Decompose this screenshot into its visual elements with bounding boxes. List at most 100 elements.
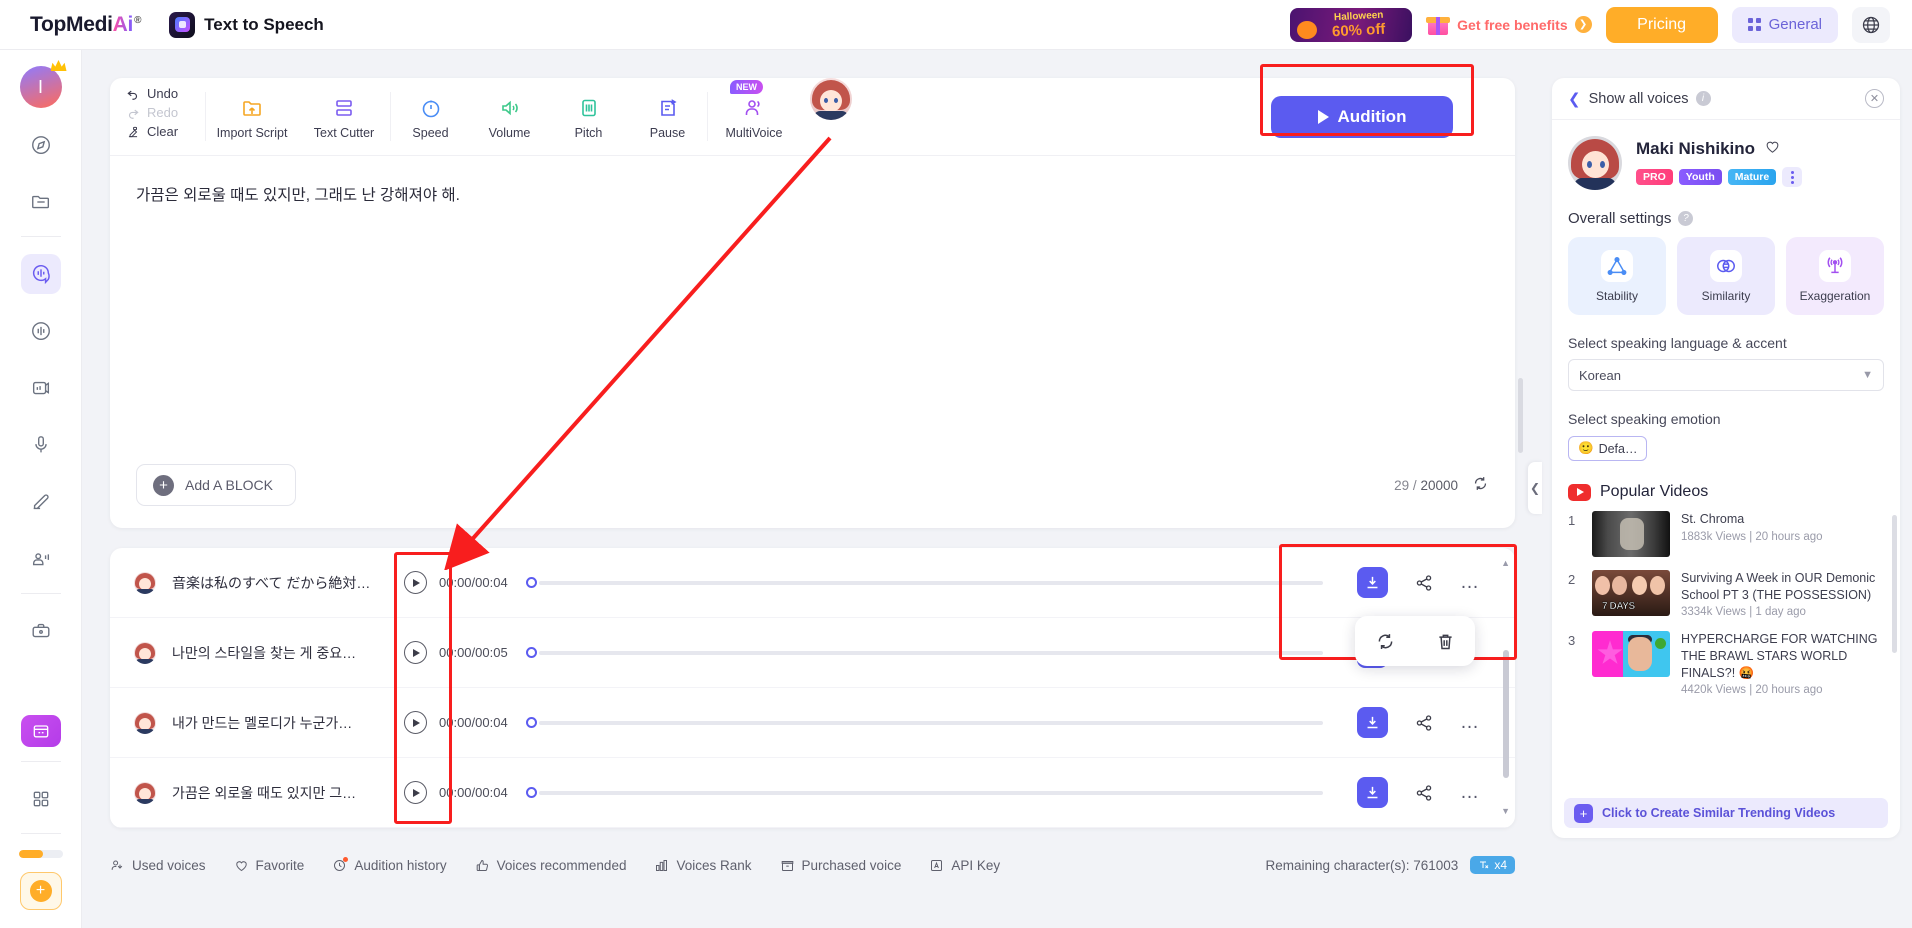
close-panel-button[interactable]: ✕	[1865, 89, 1884, 108]
delete-button[interactable]	[1435, 631, 1456, 652]
bottom-item-voices-rank[interactable]: Voices Rank	[654, 858, 752, 873]
language-select[interactable]: Korean ▼	[1568, 359, 1884, 391]
list-item[interactable]: 3 HYPERCHARGE FOR WATCHING THE BRAWL STA…	[1568, 631, 1884, 696]
sidebar-promo-button[interactable]	[20, 715, 61, 747]
share-button[interactable]	[1414, 783, 1434, 803]
download-button[interactable]	[1357, 567, 1388, 598]
table-row[interactable]: 가끔은 외로울 때도 있지만 그… 00:00/00:04 …	[110, 758, 1515, 828]
halloween-promo-banner[interactable]: Halloween 60% off	[1290, 7, 1413, 42]
language-globe-button[interactable]	[1852, 6, 1890, 43]
add-block-button[interactable]: + Add A BLOCK	[136, 464, 296, 506]
table-row[interactable]: 내가 만드는 멜로디가 누군가… 00:00/00:04 …	[110, 688, 1515, 758]
setting-card-stability[interactable]: Stability	[1568, 237, 1666, 315]
slider-knob[interactable]	[525, 647, 537, 658]
bottom-item-purchased-voice[interactable]: Purchased voice	[780, 858, 901, 873]
plus-icon: +	[153, 474, 174, 496]
sidebar-item-apps[interactable]	[21, 779, 61, 819]
setting-card-exaggeration[interactable]: Exaggeration	[1786, 237, 1884, 315]
text-to-speech-app-icon	[169, 11, 196, 38]
more-options-button[interactable]: …	[1460, 713, 1481, 732]
undo-button[interactable]: Undo	[126, 86, 205, 101]
sidebar-item-microphone[interactable]	[21, 425, 61, 465]
slider-knob[interactable]	[525, 577, 537, 588]
show-all-voices-link[interactable]: Show all voices	[1589, 91, 1689, 107]
row-play-button[interactable]	[404, 571, 427, 594]
sidebar-item-voice-clone[interactable]	[21, 482, 61, 522]
regenerate-button[interactable]	[1375, 631, 1396, 652]
speed-button[interactable]: Speed	[391, 93, 470, 140]
emotion-chip[interactable]: 🙂 Defa…	[1568, 436, 1648, 461]
panel-header: ❮ Show all voices i ✕	[1552, 78, 1900, 120]
slider-knob[interactable]	[525, 717, 537, 728]
slider-knob[interactable]	[525, 787, 537, 798]
text-cutter-button[interactable]: Text Cutter	[298, 93, 390, 140]
row-play-button[interactable]	[404, 641, 427, 664]
more-options-button[interactable]: …	[1460, 783, 1481, 802]
overall-settings-info-icon[interactable]: ?	[1678, 211, 1694, 226]
scroll-up-arrow[interactable]: ▲	[1501, 558, 1510, 568]
usage-progress-bar	[18, 850, 63, 858]
popular-videos-scrollbar[interactable]	[1892, 515, 1897, 653]
row-progress-slider[interactable]	[525, 643, 1323, 663]
sidebar-item-video-translate[interactable]	[21, 368, 61, 408]
import-script-button[interactable]: Import Script	[206, 93, 298, 140]
back-chevron-icon[interactable]: ❮	[1568, 90, 1581, 108]
refresh-count-button[interactable]	[1472, 475, 1489, 495]
download-button[interactable]	[1357, 707, 1388, 738]
purchased-icon	[781, 860, 793, 871]
share-button[interactable]	[1414, 713, 1434, 733]
pricing-button[interactable]: Pricing	[1605, 6, 1718, 43]
scrollbar-thumb[interactable]	[1503, 650, 1509, 778]
bottom-item-label: Used voices	[132, 857, 206, 873]
sidebar-item-explore[interactable]	[21, 125, 61, 165]
brand-logo[interactable]: TopMediAi®	[30, 13, 141, 37]
pitch-button[interactable]: Pitch	[549, 93, 628, 140]
sidebar-item-voice-changer[interactable]	[21, 311, 61, 351]
sidebar-item-avatar[interactable]	[21, 539, 61, 579]
audio-list-scrollbar[interactable]: ▲ ▼	[1501, 558, 1510, 816]
bottom-item-used-voices[interactable]: Used voices	[110, 858, 206, 873]
app-chip[interactable]: Text to Speech	[169, 11, 324, 38]
list-item[interactable]: 1 St. Chroma 1883k Views | 20 hours ago	[1568, 511, 1884, 557]
download-button[interactable]	[1357, 777, 1388, 808]
bottom-item-audition-history[interactable]: Audition history	[332, 856, 447, 873]
get-free-benefits-button[interactable]: Get free benefits ❯	[1426, 13, 1592, 37]
share-button[interactable]	[1414, 573, 1434, 593]
list-item[interactable]: 2 7 DAYS Surviving A Week in OUR Demonic…	[1568, 570, 1884, 618]
sidebar-add-button[interactable]: +	[19, 872, 62, 910]
bottom-item-api-key[interactable]: API Key	[929, 858, 1000, 873]
sidebar-item-text-to-speech[interactable]	[20, 254, 61, 294]
table-row[interactable]: 音楽は私のすべて だから絶対… 00:00/00:04 …	[110, 548, 1515, 618]
bottom-item-favorite[interactable]: Favorite	[234, 858, 304, 873]
table-row[interactable]: 나만의 스타일을 찾는 게 중요… 00:00/00:05 …	[110, 618, 1515, 688]
audition-button[interactable]: Audition	[1271, 95, 1453, 138]
volume-button[interactable]: Volume	[470, 93, 549, 140]
bottom-item-voices-recommended[interactable]: Voices recommended	[475, 858, 626, 873]
redo-button[interactable]: Redo	[126, 105, 205, 120]
download-icon	[1367, 716, 1378, 729]
panel-collapse-handle[interactable]: ❮	[1528, 462, 1542, 514]
row-progress-slider[interactable]	[525, 573, 1323, 593]
voice-more-menu-button[interactable]	[1782, 167, 1803, 187]
info-icon[interactable]: i	[1695, 91, 1711, 106]
editor-scrollbar[interactable]	[1518, 378, 1523, 453]
general-button[interactable]: General	[1731, 6, 1838, 43]
create-similar-videos-button[interactable]: + Click to Create Similar Trending Video…	[1564, 798, 1888, 828]
row-progress-slider[interactable]	[525, 713, 1323, 733]
row-play-button[interactable]	[404, 711, 427, 734]
scroll-down-arrow[interactable]: ▼	[1501, 806, 1510, 816]
favorite-heart-icon[interactable]	[1764, 138, 1781, 160]
more-options-button[interactable]: …	[1460, 573, 1481, 592]
multiplier-badge[interactable]: x4	[1470, 856, 1515, 874]
user-avatar[interactable]: I	[19, 66, 62, 108]
row-progress-slider[interactable]	[525, 783, 1323, 803]
pause-button[interactable]: Pause	[628, 93, 707, 140]
selected-voice-thumbnail[interactable]	[810, 78, 852, 120]
script-editor-text[interactable]: 가끔은 외로울 때도 있지만, 그래도 난 강해져야 해.	[110, 156, 1515, 209]
multivoice-button[interactable]: NEW MultiVoice	[708, 80, 800, 140]
sidebar-item-toolbox[interactable]	[21, 611, 61, 651]
clear-button[interactable]: Clear	[126, 124, 205, 139]
sidebar-item-folder[interactable]	[21, 182, 61, 222]
setting-card-similarity[interactable]: Similarity	[1677, 237, 1775, 315]
row-play-button[interactable]	[404, 781, 427, 804]
